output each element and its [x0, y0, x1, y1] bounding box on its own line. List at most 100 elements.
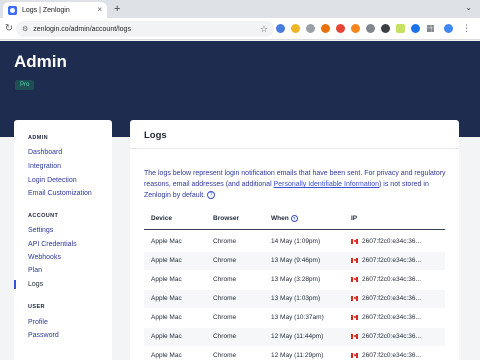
sidebar-item-plan[interactable]: Plan — [28, 267, 42, 274]
cell-when: 13 May (9:46pm) — [271, 257, 320, 264]
extensions-puzzle-icon[interactable]: ▦ — [426, 22, 435, 34]
panel-divider — [130, 148, 459, 149]
profile-avatar-icon[interactable] — [444, 24, 453, 33]
when-help-icon[interactable]: ? — [290, 215, 298, 222]
browser-tab[interactable]: Logs | Zenlogin × — [3, 2, 107, 18]
url-text[interactable]: zenlogin.co/admin/account/logs — [33, 26, 260, 33]
sidebar-item-password[interactable]: Password — [28, 332, 59, 339]
cell-ip-text: 2607:f2c0:e34c:36... — [362, 314, 421, 321]
pii-link[interactable]: Personally Identifiable Information — [274, 181, 379, 188]
cell-when-text: 13 May (9:46pm) — [271, 257, 321, 264]
cell-ip: 2607:f2c0:e34c:36... — [351, 276, 421, 283]
kebab-menu-icon[interactable]: ⋮ — [462, 22, 471, 34]
page-content: Admin Pro ADMIN Dashboard Integration Lo… — [0, 41, 480, 360]
cell-device-text: Apple Mac — [151, 333, 182, 340]
cell-when-text: 13 May (1:03pm) — [271, 295, 321, 302]
cell-browser-text: Chrome — [213, 333, 237, 340]
cell-browser-text: Chrome — [213, 295, 237, 302]
cell-device-text: Apple Mac — [151, 257, 182, 264]
sidebar-item-integration[interactable]: Integration — [28, 163, 61, 170]
column-header-device: Device — [151, 215, 172, 222]
cell-when-text: 13 May (3:28pm) — [271, 276, 321, 283]
cell-device: Apple Mac — [151, 295, 182, 302]
cell-browser: Chrome — [213, 238, 236, 245]
sidebar-item-webhooks[interactable]: Webhooks — [28, 254, 61, 261]
table-row[interactable]: Apple Mac Chrome 12 May (11:29pm) 2607:f2c0… — [144, 347, 445, 360]
sidebar-item-email-customization[interactable]: Email Customization — [28, 190, 92, 197]
extension-icon[interactable] — [291, 24, 300, 33]
cell-when: 13 May (1:03pm) — [271, 295, 320, 302]
extension-icon[interactable] — [351, 24, 360, 33]
cell-ip: 2607:f2c0:e34c:36... — [351, 333, 421, 340]
tab-search-chevron-icon[interactable]: ⌄ — [465, 3, 472, 12]
table-row[interactable]: Apple Mac Chrome 13 May (1:03pm) 2607:f2c0:… — [144, 290, 445, 308]
cell-browser: Chrome — [213, 333, 236, 340]
canada-flag-icon — [351, 333, 358, 339]
site-settings-icon[interactable]: ⚙ — [22, 25, 28, 33]
cell-browser-text: Chrome — [213, 276, 237, 283]
bookmark-star-icon[interactable]: ☆ — [260, 24, 268, 35]
extension-icon[interactable] — [306, 24, 315, 33]
extension-icon[interactable] — [336, 24, 345, 33]
cell-ip: 2607:f2c0:e34c:36... — [351, 295, 421, 302]
cell-when: 13 May (10:37am) — [271, 314, 324, 321]
cell-device: Apple Mac — [151, 352, 182, 359]
sidebar-item-login-detection[interactable]: Login Detection — [28, 177, 77, 184]
sidebar-heading-account: ACCOUNT — [28, 213, 59, 219]
cell-device-text: Apple Mac — [151, 276, 182, 283]
table-row[interactable]: Apple Mac Chrome 12 May (11:44pm) 2607:f2c0… — [144, 328, 445, 346]
cell-device-text: Apple Mac — [151, 314, 182, 321]
sidebar-item-logs[interactable]: Logs — [28, 281, 43, 288]
cell-device-text: Apple Mac — [151, 352, 182, 359]
table-row[interactable]: Apple Mac Chrome 13 May (3:28pm) 2607:f2c0:… — [144, 271, 445, 289]
table-row[interactable]: Apple Mac Chrome 13 May (9:46pm) 2607:f2c0:… — [144, 252, 445, 270]
table-row[interactable]: Apple Mac Chrome 13 May (10:37am) 2607:f2c0… — [144, 309, 445, 327]
extension-icon[interactable] — [366, 24, 375, 33]
column-header-when-label: When — [271, 215, 289, 223]
sidebar-heading-user: USER — [28, 304, 45, 310]
cell-browser-text: Chrome — [213, 314, 237, 321]
sidebar-item-settings[interactable]: Settings — [28, 227, 53, 234]
help-icon[interactable]: ? — [207, 191, 216, 200]
cell-device: Apple Mac — [151, 238, 182, 245]
cell-browser: Chrome — [213, 276, 236, 283]
cell-when: 14 May (1:09pm) — [271, 238, 320, 245]
cell-ip-text: 2607:f2c0:e34c:36... — [362, 276, 421, 283]
sidebar-heading-admin: ADMIN — [28, 135, 49, 141]
cell-ip-text: 2607:f2c0:e34c:36... — [362, 295, 421, 302]
sidebar-item-api-credentials[interactable]: API Credentials — [28, 241, 77, 248]
canada-flag-icon — [351, 238, 358, 244]
cell-ip-text: 2607:f2c0:e34c:36... — [362, 257, 421, 264]
cell-device: Apple Mac — [151, 333, 182, 340]
canada-flag-icon — [351, 257, 358, 263]
extension-icon[interactable] — [381, 24, 390, 33]
extension-icon[interactable] — [321, 24, 330, 33]
reload-icon[interactable]: ↻ — [2, 21, 16, 37]
cell-ip-text: 2607:f2c0:e34c:36... — [362, 352, 421, 359]
cell-when-text: 14 May (1:09pm) — [271, 238, 321, 245]
sidebar: ADMIN Dashboard Integration Login Detect… — [14, 120, 112, 360]
cell-browser: Chrome — [213, 257, 236, 264]
extension-icon[interactable] — [396, 24, 405, 33]
extension-icon[interactable] — [276, 24, 285, 33]
cell-ip: 2607:f2c0:e34c:36... — [351, 257, 421, 264]
sidebar-item-profile[interactable]: Profile — [28, 319, 48, 326]
cell-device: Apple Mac — [151, 314, 182, 321]
sidebar-item-dashboard[interactable]: Dashboard — [28, 149, 62, 156]
cell-browser-text: Chrome — [213, 352, 237, 359]
table-row[interactable]: Apple Mac Chrome 14 May (1:09pm) 2607:f2c0:… — [144, 233, 445, 251]
extension-icon[interactable] — [411, 24, 420, 33]
cell-ip: 2607:f2c0:e34c:36... — [351, 238, 421, 245]
column-header-ip: IP — [351, 215, 358, 222]
tab-close-icon[interactable]: × — [97, 6, 102, 14]
new-tab-button[interactable]: + — [114, 2, 120, 16]
cell-when-text: 13 May (10:37am) — [271, 314, 324, 321]
cell-ip-text: 2607:f2c0:e34c:36... — [362, 238, 421, 245]
cell-browser-text: Chrome — [213, 257, 237, 264]
cell-device: Apple Mac — [151, 276, 182, 283]
cell-when-text: 12 May (11:29pm) — [271, 352, 324, 359]
cell-browser: Chrome — [213, 295, 236, 302]
address-bar[interactable]: ⚙ zenlogin.co/admin/account/logs ☆ — [16, 21, 274, 37]
cell-when: 13 May (3:28pm) — [271, 276, 320, 283]
cell-when-text: 12 May (11:44pm) — [271, 333, 324, 340]
